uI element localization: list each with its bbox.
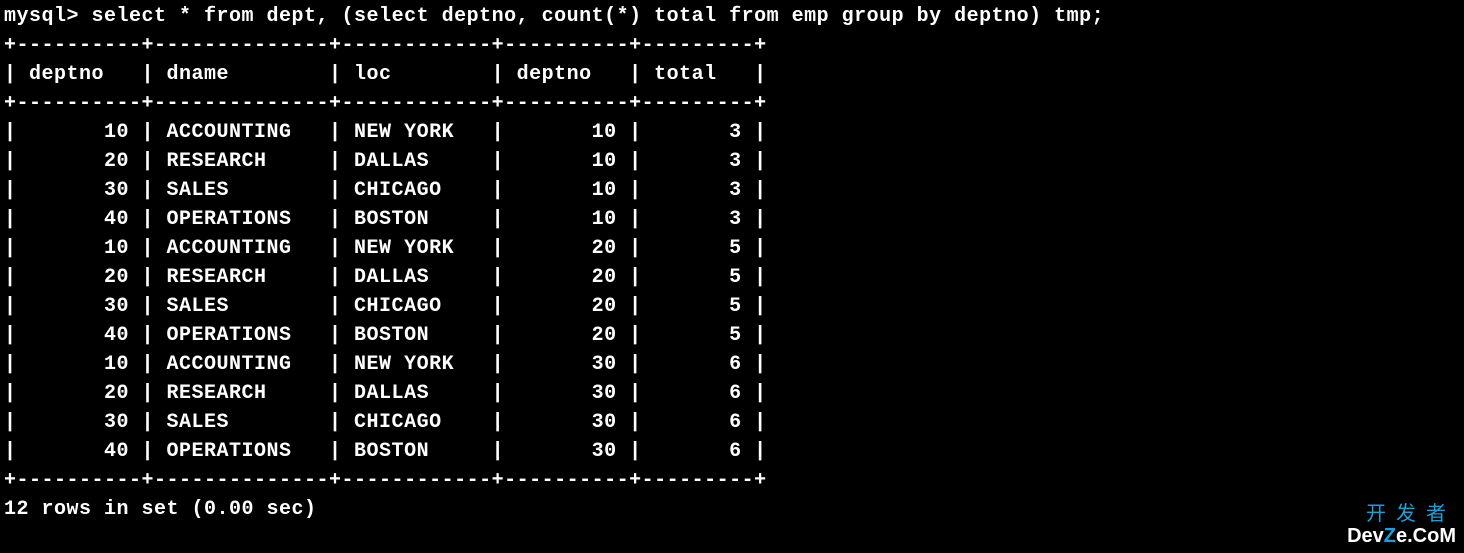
mysql-prompt: mysql> [4, 5, 92, 28]
terminal-output: mysql> select * from dept, (select deptn… [4, 2, 1460, 524]
table-border-bottom: +----------+--------------+------------+… [4, 469, 767, 492]
sql-query: select * from dept, (select deptno, coun… [92, 5, 1105, 28]
watermark: 开发者 DevZe.CoM [1347, 503, 1456, 547]
watermark-en: DevZe.CoM [1347, 525, 1456, 547]
result-footer: 12 rows in set (0.00 sec) [4, 498, 317, 521]
table-body: | 10 | ACCOUNTING | NEW YORK | 10 | 3 | … [4, 121, 767, 463]
table-header-row: | deptno | dname | loc | deptno | total … [4, 63, 767, 86]
table-border-top: +----------+--------------+------------+… [4, 34, 767, 57]
watermark-cn: 开发者 [1347, 503, 1456, 525]
table-border-mid: +----------+--------------+------------+… [4, 92, 767, 115]
